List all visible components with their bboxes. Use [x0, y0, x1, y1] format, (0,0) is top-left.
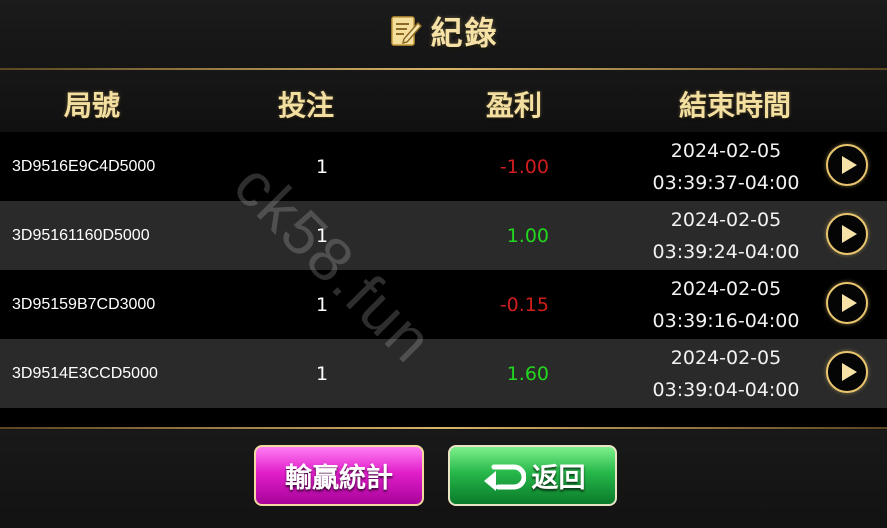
records-table: 3D9516E9C4D5000 1 -1.00 2024-02-05 03:39… — [0, 132, 887, 428]
end-clock: 03:39:16-04:00 — [652, 309, 800, 332]
end-time: 2024-02-05 03:39:16-04:00 — [653, 270, 800, 339]
profit-amount: 1.00 — [506, 224, 549, 247]
replay-button[interactable] — [826, 351, 868, 393]
replay-button[interactable] — [826, 213, 868, 255]
bet-amount: 1 — [315, 155, 329, 178]
round-id: 3D95161160D5000 — [12, 226, 150, 244]
footer-divider — [0, 427, 887, 429]
win-loss-stats-label: 輸贏統計 — [285, 463, 393, 494]
back-label: 返回 — [531, 463, 586, 494]
profit-amount: 1.60 — [506, 362, 549, 385]
play-icon — [841, 156, 857, 174]
column-header-end-time: 結束時間 — [678, 89, 792, 122]
round-id: 3D9514E3CCD5000 — [12, 364, 158, 382]
table-row: 3D95159B7CD3000 1 -0.15 2024-02-05 03:39… — [0, 270, 887, 339]
round-id: 3D95159B7CD3000 — [12, 295, 156, 313]
title-wrap: 紀錄 — [388, 8, 498, 54]
table-row: 3D95161160D5000 1 1.00 2024-02-05 03:39:… — [0, 201, 887, 270]
bet-amount: 1 — [315, 224, 329, 247]
end-date: 2024-02-05 — [670, 139, 782, 162]
play-icon — [841, 294, 857, 312]
end-date: 2024-02-05 — [670, 346, 782, 369]
win-loss-stats-button[interactable]: 輸贏統計 — [254, 445, 424, 506]
end-clock: 03:39:04-04:00 — [652, 378, 800, 401]
end-date: 2024-02-05 — [670, 277, 782, 300]
table-row: 3D9516E9C4D5000 1 -1.00 2024-02-05 03:39… — [0, 132, 887, 201]
play-icon — [841, 363, 857, 381]
column-header-bet: 投注 — [277, 89, 335, 122]
table-header: 局號 投注 盈利 結束時間 — [0, 70, 887, 132]
end-time: 2024-02-05 03:39:24-04:00 — [653, 201, 800, 270]
bet-amount: 1 — [315, 293, 329, 316]
column-header-profit: 盈利 — [485, 89, 543, 122]
end-clock: 03:39:37-04:00 — [652, 171, 800, 194]
replay-button[interactable] — [826, 144, 868, 186]
play-icon — [841, 225, 857, 243]
column-header-id: 局號 — [63, 89, 121, 122]
profit-amount: -1.00 — [499, 155, 549, 178]
end-time: 2024-02-05 03:39:04-04:00 — [653, 339, 800, 408]
back-button[interactable]: 返回 — [448, 445, 617, 506]
table-row-partial — [0, 408, 887, 428]
notepad-pencil-icon — [391, 16, 423, 46]
return-arrow-icon — [483, 464, 526, 491]
end-time: 2024-02-05 03:39:37-04:00 — [653, 132, 800, 201]
end-date: 2024-02-05 — [670, 208, 782, 231]
round-id: 3D9516E9C4D5000 — [12, 157, 156, 175]
page-title: 紀錄 — [430, 14, 499, 52]
bet-amount: 1 — [315, 362, 329, 385]
replay-button[interactable] — [826, 282, 868, 324]
title-bar: 紀錄 — [0, 0, 887, 68]
footer-bar — [0, 430, 887, 528]
profit-amount: -0.15 — [499, 293, 549, 316]
end-clock: 03:39:24-04:00 — [652, 240, 800, 263]
table-row: 3D9514E3CCD5000 1 1.60 2024-02-05 03:39:… — [0, 339, 887, 408]
